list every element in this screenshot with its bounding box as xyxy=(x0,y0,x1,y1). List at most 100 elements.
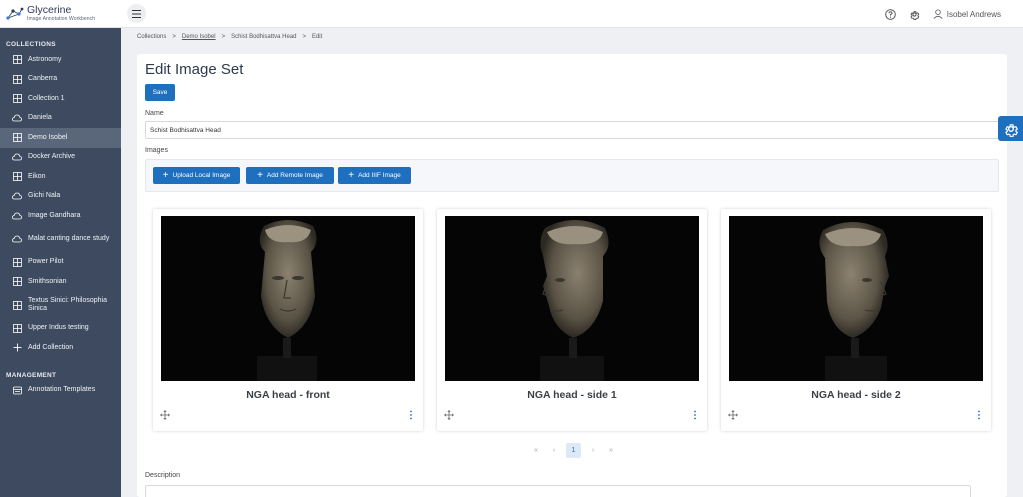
plus-icon: + xyxy=(162,169,169,181)
image-toolbar: + Upload Local Image + Add Remote Image + A… xyxy=(145,159,999,192)
help-icon xyxy=(885,8,896,20)
gear-icon xyxy=(1004,123,1018,137)
sidebar-item-label: Daniela xyxy=(28,114,52,122)
name-input[interactable]: Schist Bodhisattva Head xyxy=(145,121,1007,139)
grid-icon xyxy=(12,94,22,104)
breadcrumb-separator: > xyxy=(221,34,226,40)
image-tile[interactable]: NGA head - front xyxy=(153,209,423,431)
app-subtitle: Image Annotation Workbench xyxy=(27,15,96,22)
sidebar: COLLECTIONS Astronomy Canberra Collection … xyxy=(0,28,121,497)
upload-local-image-button[interactable]: + Upload Local Image xyxy=(153,167,240,184)
grid-icon xyxy=(12,74,22,84)
prev-page-button[interactable]: ‹ xyxy=(545,447,563,454)
sidebar-item-label: Demo Isobel xyxy=(28,133,68,141)
sidebar-item-label: Add Collection xyxy=(28,343,74,351)
plus-icon: + xyxy=(348,169,355,181)
sculpture-head-image xyxy=(819,222,889,381)
logo-icon xyxy=(6,7,24,20)
cloud-icon xyxy=(12,152,22,162)
grid-icon xyxy=(12,300,22,310)
save-button[interactable]: Save xyxy=(145,84,175,101)
add-remote-image-button[interactable]: + Add Remote Image xyxy=(246,167,334,184)
cloud-icon xyxy=(12,234,22,244)
sidebar-item-annotation-templates[interactable]: Annotation Templates xyxy=(0,381,121,401)
image-tile[interactable]: NGA head - side 2 xyxy=(721,209,991,431)
image-thumbnail-side-1[interactable] xyxy=(445,216,699,381)
sidebar-item-label: Power Pilot xyxy=(28,258,64,266)
grid-icon xyxy=(12,172,22,182)
add-iiif-image-button[interactable]: + Add IIIF Image xyxy=(338,167,411,184)
sidebar-item-daniela[interactable]: Daniela xyxy=(0,109,121,129)
images-label: Images xyxy=(145,147,168,154)
grid-icon xyxy=(12,323,22,333)
settings-button[interactable] xyxy=(909,8,921,20)
sidebar-item-collection-1[interactable]: Collection 1 xyxy=(0,89,121,109)
sidebar-item-label: Annotation Templates xyxy=(28,386,96,394)
collections-section-title: COLLECTIONS xyxy=(6,41,56,48)
sidebar-item-label: Malat canting dance study xyxy=(28,234,110,242)
name-label: Name xyxy=(145,110,164,117)
app-title: Glycerine xyxy=(27,4,72,17)
plus-icon xyxy=(12,343,22,353)
next-page-button[interactable]: › xyxy=(584,447,602,454)
drag-handle-icon[interactable] xyxy=(728,410,738,420)
sidebar-item-label: Docker Archive xyxy=(28,153,76,161)
sidebar-item-image-gandhara[interactable]: Image Gandhara xyxy=(0,206,121,226)
last-page-button[interactable]: » xyxy=(602,447,620,454)
sculpture-head-image xyxy=(540,220,609,381)
description-label: Description xyxy=(145,472,181,479)
sidebar-item-label: Collection 1 xyxy=(28,94,65,102)
page-title: Edit Image Set xyxy=(145,61,244,78)
more-vertical-icon[interactable] xyxy=(408,410,414,420)
sidebar-item-textus-sinici-philosophia-sinica[interactable]: Textus Sinici: Philosophia Sinica xyxy=(0,292,121,319)
sidebar-item-gichi-nala[interactable]: Gichi Nala xyxy=(0,187,121,207)
grid-icon xyxy=(12,257,22,267)
image-caption: NGA head - front xyxy=(246,389,330,401)
sidebar-item-canberra[interactable]: Canberra xyxy=(0,70,121,90)
top-header: Glycerine Image Annotation Workbench Iso… xyxy=(0,0,1023,28)
image-thumbnail-front[interactable] xyxy=(161,216,415,381)
help-button[interactable] xyxy=(885,8,897,20)
sidebar-item-docker-archive[interactable]: Docker Archive xyxy=(0,148,121,168)
image-caption: NGA head - side 1 xyxy=(527,389,617,401)
floating-settings-button[interactable] xyxy=(998,116,1023,141)
first-page-button[interactable]: « xyxy=(527,447,545,454)
menu-toggle-button[interactable] xyxy=(127,4,146,23)
more-vertical-icon[interactable] xyxy=(692,410,698,420)
menu-icon xyxy=(132,9,141,18)
grid-icon xyxy=(12,277,22,287)
image-thumbnail-side-2[interactable] xyxy=(729,216,983,381)
breadcrumb-image-set: Schist Bodhisattva Head xyxy=(231,34,297,40)
sidebar-item-eikon[interactable]: Eikon xyxy=(0,167,121,187)
breadcrumb-edit: Edit xyxy=(311,34,323,40)
app-logo[interactable]: Glycerine Image Annotation Workbench xyxy=(0,0,121,28)
sidebar-item-label: Canberra xyxy=(28,75,58,83)
drag-handle-icon[interactable] xyxy=(160,410,170,420)
plus-icon: + xyxy=(257,169,263,181)
management-section-title: MANAGEMENT xyxy=(6,371,57,379)
user-menu[interactable]: Isobel Andrews xyxy=(933,9,1001,19)
drag-handle-icon[interactable] xyxy=(444,410,454,420)
sidebar-item-demo-isobel[interactable]: Demo Isobel xyxy=(0,128,121,148)
breadcrumb-separator: > xyxy=(302,34,306,40)
sidebar-item-astronomy[interactable]: Astronomy xyxy=(0,50,121,70)
breadcrumb-demo-isobel[interactable]: Demo Isobel xyxy=(182,34,216,40)
user-icon xyxy=(933,9,943,19)
breadcrumb-separator: > xyxy=(172,34,176,40)
cloud-icon xyxy=(12,113,22,123)
sidebar-item-label: Eikon xyxy=(28,172,46,180)
sidebar-item-label: Textus Sinici: Philosophia Sinica xyxy=(28,296,107,312)
current-page-button[interactable]: 1 xyxy=(566,443,581,458)
sidebar-item-smithsonian[interactable]: Smithsonian xyxy=(0,272,121,292)
sidebar-item-malat-canting-dance-study[interactable]: Malat canting dance study xyxy=(0,226,121,253)
sidebar-item-power-pilot[interactable]: Power Pilot xyxy=(0,253,121,273)
breadcrumb-collections[interactable]: Collections xyxy=(137,34,166,40)
image-tile[interactable]: NGA head - side 1 xyxy=(437,209,707,431)
edit-image-set-card: Edit Image Set Save Name Schist Bodhisat… xyxy=(137,54,1007,497)
gear-icon xyxy=(910,10,920,20)
sidebar-item-label: Gichi Nala xyxy=(28,192,61,200)
sidebar-item-upper-indus-testing[interactable]: Upper Indus testing xyxy=(0,319,121,339)
sidebar-item-add-collection[interactable]: Add Collection xyxy=(0,338,121,358)
description-input[interactable] xyxy=(145,485,971,497)
more-vertical-icon[interactable] xyxy=(976,410,982,420)
